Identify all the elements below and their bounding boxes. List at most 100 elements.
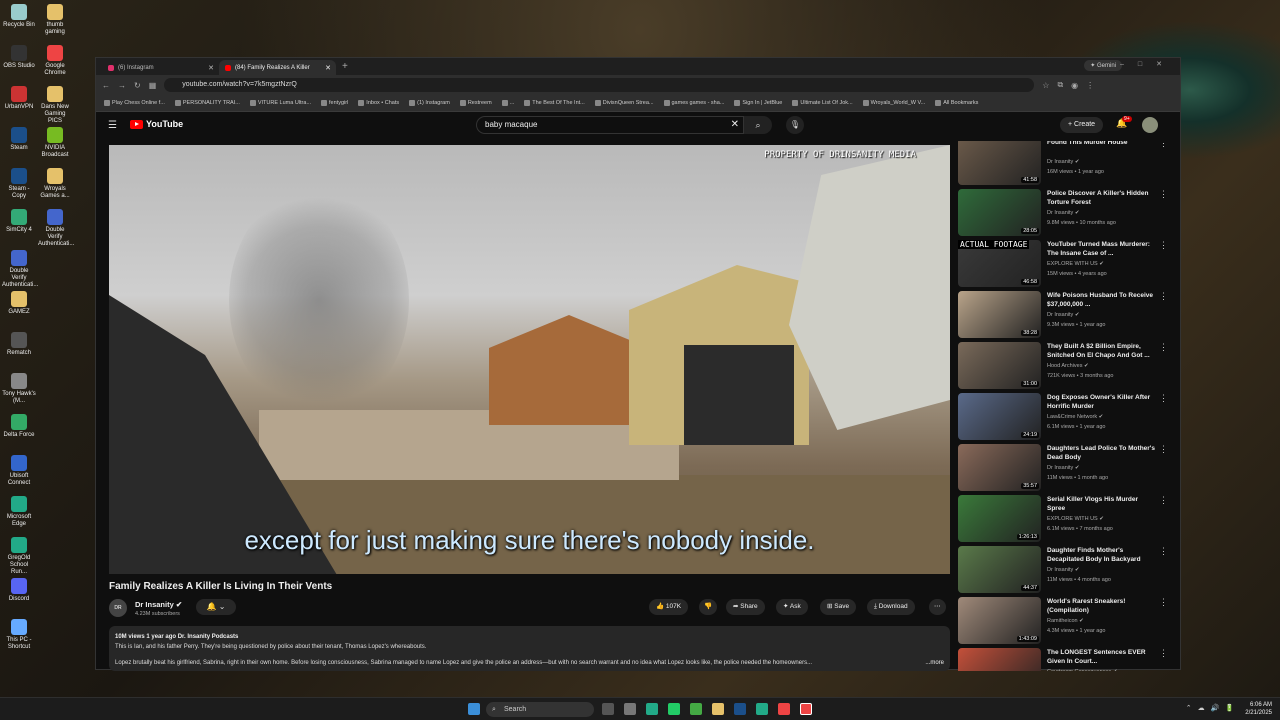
dislike-button[interactable]: 👎 (699, 599, 718, 615)
tab-instagram[interactable]: (6) Instagram ✕ (102, 60, 219, 75)
desktop-icon[interactable]: Microsoft Edge (2, 496, 36, 528)
show-more-link[interactable]: ...more (925, 658, 944, 668)
recommendation-item[interactable]: 28:05 Police Discover A Killer's Hidden T… (958, 189, 1168, 236)
back-icon[interactable]: ← (102, 81, 110, 90)
bookmark-item[interactable]: Inbox • Chats (358, 100, 399, 106)
save-button[interactable]: ⊞ Save (820, 599, 857, 615)
ask-button[interactable]: ✦ Ask (776, 599, 808, 615)
recommendation-item[interactable]: 35:57 Daughters Lead Police To Mother's D… (958, 444, 1168, 491)
recommendation-channel[interactable]: Law&Crime Network ✔ (1047, 414, 1103, 420)
search-input[interactable]: baby macaque ✕ (476, 116, 744, 134)
bookmark-item[interactable]: (1) Instagram (409, 100, 450, 106)
recommendation-item[interactable]: ACTUAL FOOTAGE 46:58 YouTuber Turned Mass … (958, 240, 1168, 287)
recommendation-item[interactable]: The LONGEST Sentences EVER Given In Cour… (958, 648, 1168, 671)
apps-icon[interactable]: ▦ (149, 81, 157, 90)
desktop-icon[interactable]: This PC - Shortcut (2, 619, 36, 651)
recommendation-channel[interactable]: Hood Archives ✔ (1047, 363, 1089, 369)
menu-icon[interactable]: ☰ (108, 120, 117, 131)
download-button[interactable]: ⤓ Download (867, 599, 915, 615)
url-field[interactable]: youtube.com/watch?v=7k5mgztNzrQ (164, 78, 1035, 92)
bookmark-item[interactable]: Wroyals_World_W V... (862, 100, 925, 106)
search-button[interactable]: ⌕ (744, 116, 772, 134)
recommendation-channel[interactable]: EXPLORE WITH US ✔ (1047, 261, 1104, 267)
close-icon[interactable]: ✕ (208, 64, 214, 72)
recommendation-channel[interactable]: Dr Insanity ✔ (1047, 159, 1079, 165)
tab-youtube[interactable]: (84) Family Realizes A Killer ✕ (219, 60, 336, 75)
recommendation-title[interactable]: YouTuber Turned Mass Murderer: The Insan… (1047, 240, 1155, 258)
new-tab-button[interactable]: + (336, 60, 354, 75)
desktop-icon[interactable]: Steam - Copy (2, 168, 36, 200)
video-thumbnail[interactable]: 41:58 (958, 141, 1041, 185)
system-tray[interactable]: ⌃☁🔊🔋 (1186, 704, 1240, 712)
app-icon[interactable] (690, 703, 702, 715)
recommendation-item[interactable]: 38:28 Wife Poisons Husband To Receive $37… (958, 291, 1168, 338)
more-options-icon[interactable]: ⋮ (1159, 546, 1168, 557)
video-thumbnail[interactable]: 1:43:09 (958, 597, 1041, 644)
more-options-icon[interactable]: ⋮ (1159, 291, 1168, 302)
desktop-icon[interactable]: UrbanVPN (2, 86, 36, 111)
recommendation-title[interactable]: Daughter Finds Mother's Decapitated Body… (1047, 546, 1155, 564)
bookmark-item[interactable]: games games - sha... (663, 100, 724, 106)
bookmark-star-icon[interactable]: ☆ (1042, 81, 1049, 90)
more-options-icon[interactable]: ⋮ (1159, 189, 1168, 200)
recommendation-item[interactable]: 41:58 Found This Murder House Dr Insanity … (958, 141, 1168, 185)
recommendation-item[interactable]: 24:19 Dog Exposes Owner's Killer After Ho… (958, 393, 1168, 440)
desktop-icon[interactable]: Steam (2, 127, 36, 152)
desktop-icon[interactable]: Double Verify Authenticati... (38, 209, 74, 248)
recommendation-item[interactable]: 1:43:09 World's Rarest Sneakers! (Compila… (958, 597, 1168, 644)
profile-icon[interactable]: ◉ (1071, 81, 1078, 90)
recommendation-title[interactable]: Dog Exposes Owner's Killer After Horrifi… (1047, 393, 1155, 411)
file-explorer-icon[interactable] (712, 703, 724, 715)
video-thumbnail[interactable]: 31:00 (958, 342, 1041, 389)
bookmark-item[interactable]: ... (501, 100, 514, 106)
video-thumbnail[interactable]: 35:57 (958, 444, 1041, 491)
desktop-icon[interactable]: GregOld School Run... (2, 537, 36, 576)
video-thumbnail[interactable]: 24:19 (958, 393, 1041, 440)
recommendation-title[interactable]: The LONGEST Sentences EVER Given In Cour… (1047, 648, 1155, 666)
bookmark-item[interactable]: Sign In | JetBlue (734, 100, 782, 106)
desktop-icon[interactable]: Delta Force (2, 414, 36, 439)
like-button[interactable]: 👍 107K (649, 599, 689, 615)
more-options-icon[interactable]: ⋮ (1159, 597, 1168, 608)
voice-search-button[interactable]: 🎙 (786, 116, 804, 134)
desktop-icon[interactable]: Discord (2, 578, 36, 603)
more-options-icon[interactable]: ⋮ (1159, 444, 1168, 455)
recommendation-item[interactable]: 31:00 They Built A $2 Billion Empire, Sni… (958, 342, 1168, 389)
subscribed-button[interactable]: 🔔 ⌄ (196, 599, 236, 615)
recommendation-title[interactable]: Daughters Lead Police To Mother's Dead B… (1047, 444, 1155, 462)
recommendation-channel[interactable]: Dr Insanity ✔ (1047, 567, 1079, 573)
desktop-icon[interactable]: Tony Hawk's (M... (2, 373, 36, 405)
clear-icon[interactable]: ✕ (731, 117, 739, 133)
desktop-icon[interactable]: Rematch (2, 332, 36, 357)
avatar[interactable] (1142, 117, 1158, 133)
extensions-icon[interactable]: ⧉ (1057, 80, 1063, 90)
youtube-logo[interactable]: YouTube (130, 119, 183, 129)
more-options-icon[interactable]: ⋮ (1159, 141, 1168, 149)
bookmark-item[interactable]: PERSONALITY TRAI... (174, 100, 240, 106)
share-button[interactable]: ➦ Share (726, 599, 765, 615)
video-player[interactable]: PROPERTY OF DRINSANITY MEDIA except for … (109, 145, 950, 574)
chrome-active-icon[interactable] (800, 703, 812, 715)
recommendation-channel[interactable]: Ramitheicon ✔ (1047, 618, 1084, 624)
desktop-icon[interactable]: GAMEZ (2, 291, 36, 316)
create-button[interactable]: + Create (1060, 117, 1104, 133)
channel-name[interactable]: Dr Insanity ✔ (135, 600, 182, 609)
bookmark-item[interactable]: Ultimate List Of Jok... (792, 100, 853, 106)
chrome-icon[interactable] (778, 703, 790, 715)
desktop-icon[interactable]: Google Chrome (38, 45, 72, 77)
bookmark-item[interactable]: DivisnQueen Strea... (594, 100, 654, 106)
video-thumbnail[interactable]: ACTUAL FOOTAGE 46:58 (958, 240, 1041, 287)
more-options-icon[interactable]: ⋮ (1159, 240, 1168, 251)
desktop-icon[interactable]: Recycle Bin (2, 4, 36, 29)
bookmark-item[interactable]: Play Chess Online f... (104, 100, 165, 106)
recommendation-channel[interactable]: Courtroom Consequences ✔ (1047, 669, 1117, 671)
desktop-icon[interactable]: Ubisoft Connect (2, 455, 36, 487)
recommendation-title[interactable]: Serial Killer Vlogs His Murder Spree (1047, 495, 1155, 513)
reload-icon[interactable]: ↻ (134, 81, 141, 90)
steam-icon[interactable] (734, 703, 746, 715)
close-icon[interactable]: ✕ (325, 64, 331, 72)
description-box[interactable]: 10M views 1 year ago Dr. Insanity Podcas… (109, 626, 950, 671)
recommendation-title[interactable]: Police Discover A Killer's Hidden Tortur… (1047, 189, 1155, 207)
edge-icon[interactable] (756, 703, 768, 715)
desktop-icon[interactable]: thumb gaming (38, 4, 72, 36)
